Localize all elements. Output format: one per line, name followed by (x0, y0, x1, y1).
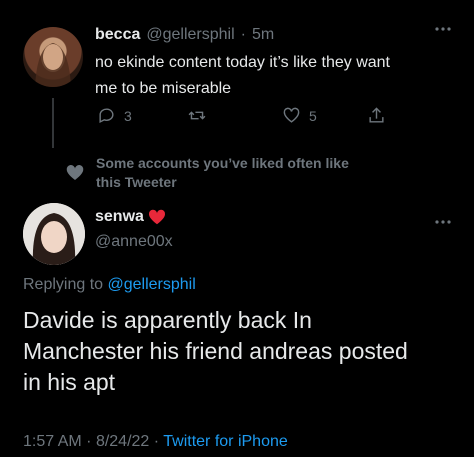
tweet-time[interactable]: 5m (252, 26, 274, 44)
red-heart-emoji-icon (148, 209, 165, 225)
tweet-source-link[interactable]: Twitter for iPhone (163, 433, 288, 450)
retweet-button[interactable] (187, 106, 282, 125)
tweet-meta-date[interactable]: 8/24/22 (96, 433, 149, 450)
main-tweet-text: Davide is apparently back In Manchester … (23, 305, 463, 398)
main-author-name[interactable]: senwa (95, 208, 144, 226)
replying-to-handle[interactable]: @gellersphil (108, 276, 196, 293)
first-tweet-text-line1: no ekinde content today it’s like they w… (95, 54, 390, 71)
separator-dot: · (240, 26, 246, 43)
retweet-icon (188, 111, 206, 120)
tweet-meta-separator-2: · (153, 433, 160, 450)
heart-icon (66, 164, 84, 180)
replying-to: Replying to @gellersphil (23, 276, 196, 294)
first-tweet-text-line2: me to be miserable (95, 80, 232, 97)
more-options-icon[interactable] (433, 21, 453, 39)
first-tweet[interactable]: becca @gellersphil · 5m no ekinde conten… (0, 0, 474, 150)
first-tweet-header: becca @gellersphil · 5m (95, 26, 274, 44)
first-tweet-text: no ekinde content today it’s like they w… (95, 50, 465, 102)
social-context-line1: Some accounts you’ve liked often like (96, 155, 349, 171)
reply-icon (99, 108, 114, 123)
avatar-image-becca (35, 42, 71, 87)
tweet-meta-time[interactable]: 1:57 AM (23, 433, 82, 450)
replying-prefix: Replying to (23, 276, 104, 293)
share-icon (369, 107, 384, 123)
author-name[interactable]: becca (95, 26, 140, 44)
avatar-becca[interactable] (23, 27, 83, 87)
main-tweet-text-line1: Davide is apparently back In (23, 307, 312, 333)
social-context-line2: this Tweeter (96, 174, 177, 190)
reply-button[interactable]: 3 (97, 106, 187, 125)
like-heart-icon (283, 107, 300, 123)
avatar-senwa[interactable] (23, 203, 85, 265)
like-count: 5 (309, 107, 317, 124)
main-tweet-text-line2: Manchester his friend andreas posted (23, 338, 408, 364)
avatar-image-senwa (23, 203, 85, 265)
tweet-meta: 1:57 AM · 8/24/22 · Twitter for iPhone (23, 433, 288, 451)
share-button[interactable] (367, 106, 397, 125)
social-context: Some accounts you’ve liked often like th… (0, 150, 474, 198)
first-tweet-actions: 3 5 (97, 106, 397, 125)
reply-count: 3 (124, 107, 132, 124)
tweet-meta-separator-1: · (86, 433, 92, 450)
thread-connector-line (52, 98, 54, 148)
main-tweet-text-line3: in his apt (23, 369, 116, 395)
main-more-options-icon[interactable] (433, 214, 453, 232)
like-button[interactable]: 5 (282, 106, 367, 125)
main-author-handle[interactable]: @anne00x (95, 233, 173, 251)
main-tweet: senwa @anne00x Replying to @gellersphil … (0, 198, 474, 457)
author-handle[interactable]: @gellersphil (146, 26, 234, 44)
